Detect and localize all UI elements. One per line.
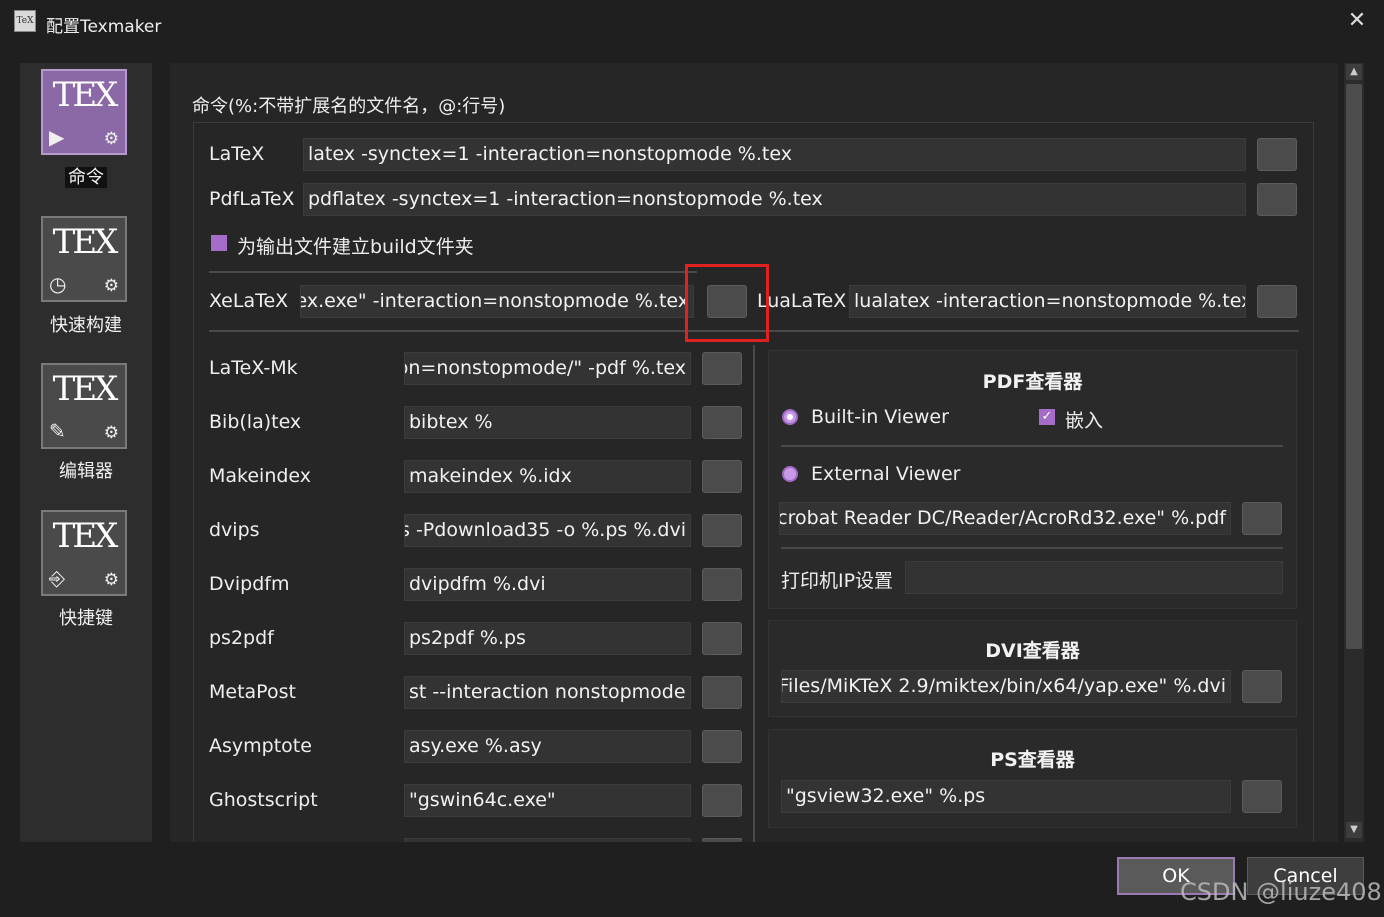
latexmk-browse-button[interactable] [702,352,742,385]
build-folder-checkbox[interactable] [211,235,227,251]
gear-icon: ⚙ [103,570,119,590]
dvi-viewer-input[interactable]: Files/MiKTeX 2.9/miktex/bin/x64/yap.exe"… [781,670,1231,703]
scroll-up-icon[interactable]: ▲ [1346,64,1362,80]
sidebar-item-label: 快捷键 [59,608,113,629]
sidebar-item-editor[interactable]: TEX ✎ ⚙ 编辑器 [20,356,152,496]
app-icon: TeX [14,10,36,32]
sidebar-item-label: 命令 [20,163,152,189]
external-viewer-label[interactable]: External Viewer [811,463,960,485]
lualatex-command-input[interactable]: lualatex -interaction=nonstopmode %.tex [849,285,1246,318]
bibtex-browse-button[interactable] [702,406,742,439]
clock-icon: ◷ [49,272,67,296]
divider [209,271,697,273]
ghostscript-label: Ghostscript [209,789,318,811]
metapost-label: MetaPost [209,681,296,703]
latex-label: LaTeX [209,143,265,165]
latex-command-input[interactable]: latex -synctex=1 -interaction=nonstopmod… [303,138,1246,171]
sidebar-item-label: 快速构建 [50,315,122,336]
highlight-box [685,264,769,342]
pdflatex-label: PdfLaTeX [209,188,295,210]
bibtex-label: Bib(la)tex [209,411,302,433]
pdflatex-command-input[interactable]: pdflatex -synctex=1 -interaction=nonstop… [303,183,1246,216]
metapost-browse-button[interactable] [702,676,742,709]
lualatex-browse-button[interactable] [1257,285,1297,318]
latexmk-command-input[interactable]: on=nonstopmode/" -pdf %.tex [404,352,691,385]
bibtex-command-input[interactable]: bibtex % [404,406,691,439]
sidebar: TEX ▶ ⚙ 命令 TEX ◷ ⚙ 快速构建 TEX ✎ ⚙ 编辑器 TEX … [20,63,152,842]
makeindex-label: Makeindex [209,465,312,487]
xelatex-command-input[interactable]: tex.exe" -interaction=nonstopmode %.tex [300,285,694,318]
ps-viewer-browse-button[interactable] [1242,780,1282,813]
printer-ip-label: 打印机IP设置 [781,570,894,592]
sidebar-item-label: 编辑器 [59,461,113,482]
pencil-icon: ✎ [49,419,66,443]
sidebar-item-commands[interactable]: TEX ▶ ⚙ 命令 [20,63,152,203]
sidebar-item-shortcuts[interactable]: TEX ⎆ ⚙ 快捷键 [20,503,152,643]
asymptote-command-input[interactable]: asy.exe %.asy [404,730,691,763]
dvips-command-input[interactable]: s -Pdownload35 -o %.ps %.dvi [404,514,691,547]
asymptote-label: Asymptote [209,735,312,757]
ps2pdf-label: ps2pdf [209,627,274,649]
embed-label: 嵌入 [1065,410,1104,432]
ps2pdf-browse-button[interactable] [702,622,742,655]
printer-ip-input[interactable] [905,561,1283,594]
dvipdfm-command-input[interactable]: dvipdfm %.dvi [404,568,691,601]
dvipdfm-browse-button[interactable] [702,568,742,601]
window-title: 配置Texmaker [46,17,162,37]
play-icon: ▶ [49,125,65,149]
external-viewer-radio[interactable] [782,466,798,482]
watermark: CSDN @liuze408 [1180,878,1382,906]
latexmk-label: LaTeX-Mk [209,357,298,379]
dvips-browse-button[interactable] [702,514,742,547]
ghostscript-browse-button[interactable] [702,784,742,817]
lualatex-label: LuaLaTeX [757,290,847,312]
embed-checkbox[interactable]: ✓ [1039,409,1055,425]
dvips-label: dvips [209,519,260,541]
shortcuts-icon: TEX ⎆ ⚙ [41,510,127,596]
scroll-down-icon[interactable]: ▼ [1346,822,1362,838]
dvi-viewer-browse-button[interactable] [1242,670,1282,703]
ps-viewer-input[interactable]: "gsview32.exe" %.ps [781,780,1231,813]
xelatex-label: XeLaTeX [209,290,289,312]
section-heading: 命令(%:不带扩展名的文件名，@:行号) [192,96,506,117]
divider [781,547,1283,549]
next-command-input[interactable] [404,838,691,842]
gear-icon: ⚙ [103,423,119,443]
column-divider [753,345,755,842]
shortcut-icon: ⎆ [49,566,65,590]
pdflatex-browse-button[interactable] [1257,183,1297,216]
builtin-viewer-radio[interactable] [782,409,798,425]
editor-icon: TEX ✎ ⚙ [41,363,127,449]
ps2pdf-command-input[interactable]: ps2pdf %.ps [404,622,691,655]
latex-browse-button[interactable] [1257,138,1297,171]
gear-icon: ⚙ [103,276,119,296]
pdf-viewer-title: PDF查看器 [982,371,1083,393]
dvipdfm-label: Dvipdfm [209,573,290,595]
sidebar-item-quick-build[interactable]: TEX ◷ ⚙ 快速构建 [20,209,152,349]
scrollbar-thumb[interactable] [1346,84,1362,649]
commands-icon: TEX ▶ ⚙ [41,69,127,155]
divider [781,445,1283,447]
asymptote-browse-button[interactable] [702,730,742,763]
builtin-viewer-label[interactable]: Built-in Viewer [811,406,949,428]
makeindex-command-input[interactable]: makeindex %.idx [404,460,691,493]
ghostscript-command-input[interactable]: "gswin64c.exe" [404,784,691,817]
ps-viewer-title: PS查看器 [990,749,1075,771]
external-viewer-browse-button[interactable] [1242,502,1282,535]
close-icon[interactable]: ✕ [1346,8,1368,34]
dvi-viewer-title: DVI查看器 [985,640,1080,662]
gear-icon: ⚙ [103,129,119,149]
external-viewer-input[interactable]: Acrobat Reader DC/Reader/AcroRd32.exe" %… [779,502,1231,535]
build-folder-label: 为输出文件建立build文件夹 [237,236,474,258]
next-browse-button[interactable] [702,838,742,842]
quick-build-icon: TEX ◷ ⚙ [41,216,127,302]
metapost-command-input[interactable]: st --interaction nonstopmode [404,676,691,709]
makeindex-browse-button[interactable] [702,460,742,493]
ps-viewer-panel [768,729,1297,828]
